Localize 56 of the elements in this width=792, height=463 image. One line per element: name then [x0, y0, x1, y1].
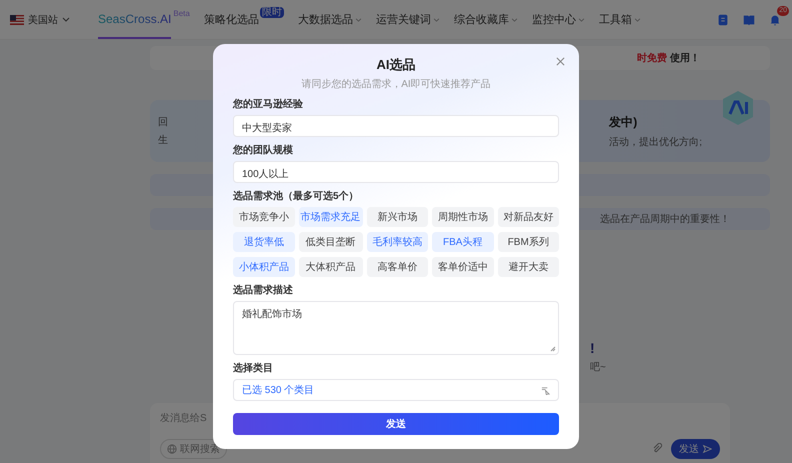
nav-item[interactable]: 策略化选品 [204, 12, 259, 27]
field-label: 选品需求池（最多可选5个） [233, 190, 360, 203]
card-title: 发中) [609, 114, 638, 130]
field-label: 您的亚马逊经验 [233, 98, 304, 111]
dialog-subtitle: 请同步您的选品需求，AI即可快速推荐产品 [300, 78, 492, 91]
paperclip-icon[interactable] [651, 443, 663, 455]
field-label: 选品需求描述 [233, 284, 294, 297]
send-button[interactable]: 发送 [671, 439, 720, 459]
option-chip[interactable]: 避开大卖 [498, 257, 559, 277]
send-icon [702, 444, 712, 454]
field-label: 选择类目 [233, 362, 274, 375]
us-flag-icon [10, 14, 24, 24]
close-icon[interactable] [556, 57, 565, 66]
site-selector[interactable]: 美国站 [28, 12, 58, 26]
input-field[interactable]: 中大型卖家 [233, 115, 559, 137]
option-chip[interactable]: 退货率低 [233, 232, 294, 252]
card-text: 生 [158, 134, 168, 147]
beta-label: Beta [173, 9, 190, 18]
resize-handle-icon[interactable] [550, 346, 556, 352]
nav-item[interactable]: 运营关键词 [376, 12, 431, 27]
subline: 吧~ [590, 361, 606, 374]
nav-item[interactable]: 综合收藏库 [454, 12, 509, 27]
option-chip[interactable]: 新兴市场 [366, 207, 428, 227]
cursor-icon [541, 386, 550, 394]
option-chip[interactable]: 高客单价 [366, 257, 428, 277]
nav-item[interactable]: 工具箱 [598, 12, 632, 27]
nav-item[interactable]: 监控中心 [532, 12, 576, 27]
bell-icon[interactable] [768, 12, 782, 26]
option-chip[interactable]: 毛利率较高 [366, 232, 428, 252]
field-label: 您的团队规模 [233, 144, 294, 157]
option-chip[interactable]: 大体积产品 [298, 257, 362, 277]
option-chip[interactable]: 低类目垄断 [298, 232, 362, 252]
card-text: 回 [158, 116, 168, 129]
card-text: 活动，提出优化方向; [609, 136, 702, 148]
globe-icon [167, 444, 177, 454]
option-chip[interactable]: 对新品友好 [498, 207, 559, 227]
nav-badge: 限时 [260, 7, 284, 18]
chevron-down-icon[interactable] [62, 17, 70, 22]
headline: ! [590, 340, 595, 356]
document-icon[interactable] [716, 12, 730, 26]
tip-text: 选品在产品周期中的重要性！ [600, 212, 730, 226]
option-chip[interactable]: 市场竞争小 [233, 207, 294, 227]
option-chip[interactable]: FBA头程 [432, 232, 494, 252]
option-chip[interactable]: 客单价适中 [432, 257, 494, 277]
option-chip[interactable]: FBM系列 [498, 232, 559, 252]
dialog-title: AI选品 [376, 56, 416, 74]
book-icon[interactable] [742, 12, 756, 26]
banner-text: 时免费 使用！ [637, 52, 700, 65]
nav-item[interactable]: 大数据选品 [298, 12, 353, 27]
category-select[interactable]: 已选 530 个类目 [233, 379, 559, 401]
description-field[interactable]: 婚礼配饰市场 [233, 301, 559, 355]
submit-button[interactable]: 发送 [233, 413, 559, 435]
option-chip[interactable]: 市场需求充足 [298, 207, 362, 227]
option-chip[interactable]: 小体积产品 [233, 257, 294, 277]
option-chip[interactable]: 周期性市场 [432, 207, 494, 227]
input-field[interactable]: 100人以上 [233, 161, 559, 183]
